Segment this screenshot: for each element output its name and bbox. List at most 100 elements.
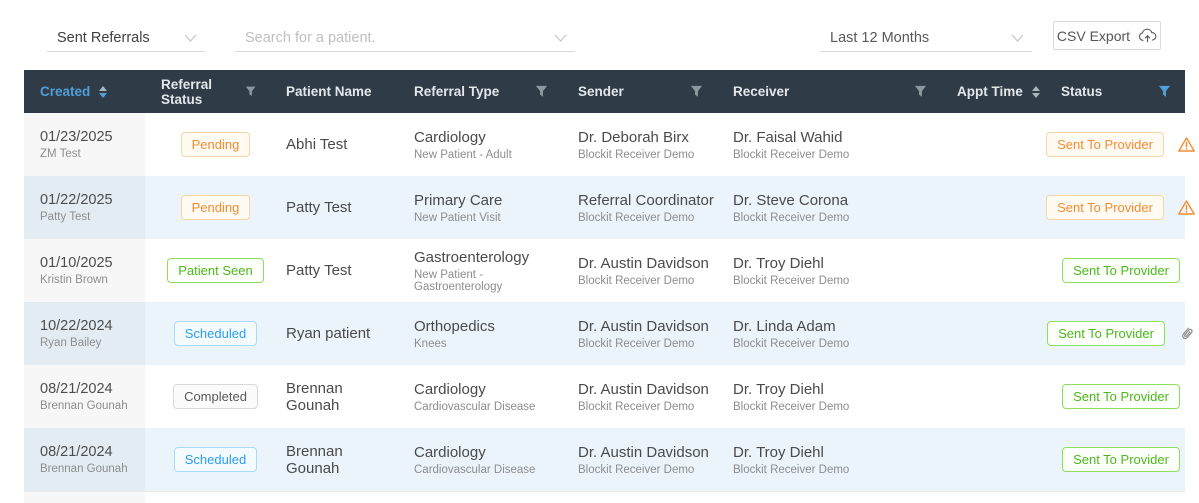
- sender-name: Referral Coordinator: [578, 191, 714, 209]
- referral-type: Cardiology: [414, 380, 486, 398]
- referral-status-badge: Pending: [180, 132, 251, 157]
- appt-time-cell: [941, 365, 1045, 428]
- chevron-down-icon: [184, 34, 197, 42]
- status-badge: Sent To Provider: [1046, 195, 1164, 220]
- toolbar: Sent Referrals Search for a patient. Las…: [0, 0, 1199, 70]
- sender-name: Dr. Austin Davidson: [578, 380, 709, 398]
- receiver-org: Blockit Receiver Demo: [733, 211, 850, 224]
- patient-name-cell: Ryan patient: [270, 302, 398, 365]
- sender-name: Dr. Austin Davidson: [578, 443, 709, 461]
- created-by: Brennan Gounah: [40, 463, 128, 475]
- status-cell: Sent To Provider: [1045, 176, 1195, 239]
- referral-type-cell: Cardiology Cardiovascular Disease: [398, 428, 562, 491]
- referrals-table: Created Referral Status Patient Name Ref…: [24, 70, 1195, 503]
- status-cell: Sent To Provider: [1045, 428, 1185, 491]
- view-select[interactable]: Sent Referrals: [47, 24, 205, 52]
- referral-status-cell: Scheduled: [145, 428, 270, 491]
- referral-type-detail: New Patient - Adult: [414, 148, 512, 161]
- status-badge: Sent To Provider: [1062, 447, 1180, 472]
- created-by: Brennan Gounah: [40, 400, 128, 412]
- table-row-partial: [24, 491, 1185, 503]
- receiver-name: Dr. Linda Adam: [733, 317, 836, 335]
- column-header-created[interactable]: Created: [24, 70, 145, 113]
- column-header-referral-type[interactable]: Referral Type: [398, 70, 562, 113]
- status-badge: Sent To Provider: [1046, 132, 1164, 157]
- sender-cell: Referral Coordinator Blockit Receiver De…: [562, 176, 717, 239]
- created-date: 08/21/2024: [40, 381, 113, 397]
- patient-name: Patty Test: [286, 262, 352, 279]
- patient-name-cell: Brennan Gounah: [270, 365, 398, 428]
- appt-time-cell: [941, 176, 1045, 239]
- filter-funnel-icon-active[interactable]: [1158, 85, 1171, 98]
- filter-funnel-icon[interactable]: [245, 85, 256, 98]
- patient-search-input[interactable]: Search for a patient.: [235, 24, 575, 52]
- warning-triangle-icon: [1177, 136, 1196, 153]
- patient-search-placeholder: Search for a patient.: [245, 29, 376, 46]
- appt-time-cell: [941, 302, 1045, 365]
- created-cell: 08/21/2024 Brennan Gounah: [24, 365, 145, 428]
- filter-funnel-icon[interactable]: [690, 85, 703, 98]
- chevron-down-icon: [1011, 34, 1024, 42]
- receiver-cell: Dr. Troy Diehl Blockit Receiver Demo: [717, 365, 941, 428]
- status-cell: Sent To Provider: [1045, 302, 1193, 365]
- sort-carets-icon[interactable]: [1031, 85, 1040, 98]
- patient-name: Patty Test: [286, 199, 352, 216]
- filter-funnel-icon[interactable]: [535, 85, 548, 98]
- sender-name: Dr. Austin Davidson: [578, 317, 709, 335]
- referral-status-cell: Patient Seen: [145, 239, 270, 302]
- status-badge: Sent To Provider: [1062, 258, 1180, 283]
- table-row[interactable]: 01/10/2025 Kristin Brown Patient Seen Pa…: [24, 239, 1185, 302]
- column-header-referral-status[interactable]: Referral Status: [145, 70, 270, 113]
- referrals-page: Sent Referrals Search for a patient. Las…: [0, 0, 1199, 503]
- sender-cell: Dr. Austin Davidson Blockit Receiver Dem…: [562, 365, 717, 428]
- referral-type-detail: New Patient - Gastroenterology: [414, 268, 503, 293]
- date-range-select[interactable]: Last 12 Months: [820, 24, 1032, 52]
- appt-time-cell: [941, 239, 1045, 302]
- referral-type-cell: Primary Care New Patient Visit: [398, 176, 562, 239]
- status-cell: Sent To Provider: [1045, 239, 1185, 302]
- column-header-status[interactable]: Status: [1045, 70, 1185, 113]
- column-header-appt-time[interactable]: Appt Time: [941, 70, 1045, 113]
- sort-carets-icon[interactable]: [99, 85, 108, 98]
- column-header-receiver[interactable]: Receiver: [717, 70, 941, 113]
- sender-org: Blockit Receiver Demo: [578, 337, 695, 350]
- referral-status-badge: Scheduled: [173, 447, 258, 472]
- column-header-sender[interactable]: Sender: [562, 70, 717, 113]
- table-row[interactable]: 10/22/2024 Ryan Bailey Scheduled Ryan pa…: [24, 302, 1193, 365]
- receiver-org: Blockit Receiver Demo: [733, 463, 850, 476]
- receiver-cell: Dr. Steve Corona Blockit Receiver Demo: [717, 176, 941, 239]
- referral-status-cell: Pending: [145, 176, 270, 239]
- column-header-patient-name[interactable]: Patient Name: [270, 70, 398, 113]
- warning-triangle-icon: [1177, 199, 1196, 216]
- referral-status-cell: Completed: [145, 365, 270, 428]
- table-row[interactable]: 01/23/2025 ZM Test Pending Abhi Test Car…: [24, 113, 1195, 176]
- table-row[interactable]: 08/21/2024 Brennan Gounah Completed Bren…: [24, 365, 1185, 428]
- csv-export-button[interactable]: CSV Export: [1053, 21, 1161, 50]
- date-range-value: Last 12 Months: [830, 29, 930, 46]
- chevron-down-icon: [554, 34, 567, 42]
- sender-org: Blockit Receiver Demo: [578, 211, 695, 224]
- appt-time-cell: [941, 113, 1045, 176]
- table-row[interactable]: 08/21/2024 Brennan Gounah Scheduled Bren…: [24, 428, 1185, 491]
- filter-funnel-icon[interactable]: [914, 85, 927, 98]
- referral-type: Cardiology: [414, 128, 486, 146]
- cloud-upload-icon: [1139, 28, 1157, 43]
- created-date: 08/21/2024: [40, 444, 113, 460]
- receiver-name: Dr. Troy Diehl: [733, 254, 824, 272]
- receiver-org: Blockit Receiver Demo: [733, 274, 850, 287]
- receiver-org: Blockit Receiver Demo: [733, 400, 850, 413]
- created-by: Kristin Brown: [40, 274, 108, 286]
- status-cell: Sent To Provider: [1045, 365, 1185, 428]
- table-row[interactable]: 01/22/2025 Patty Test Pending Patty Test…: [24, 176, 1195, 239]
- referral-type-cell: Cardiology New Patient - Adult: [398, 113, 562, 176]
- status-badge: Sent To Provider: [1062, 384, 1180, 409]
- referral-type-cell: Orthopedics Knees: [398, 302, 562, 365]
- created-cell: 01/22/2025 Patty Test: [24, 176, 145, 239]
- receiver-name: Dr. Troy Diehl: [733, 443, 824, 461]
- referral-type: Primary Care: [414, 191, 503, 209]
- table-body: 01/23/2025 ZM Test Pending Abhi Test Car…: [24, 113, 1195, 491]
- referral-type-detail: Cardiovascular Disease: [414, 400, 536, 413]
- patient-name: Abhi Test: [286, 136, 348, 153]
- receiver-org: Blockit Receiver Demo: [733, 148, 850, 161]
- csv-export-label: CSV Export: [1056, 27, 1131, 44]
